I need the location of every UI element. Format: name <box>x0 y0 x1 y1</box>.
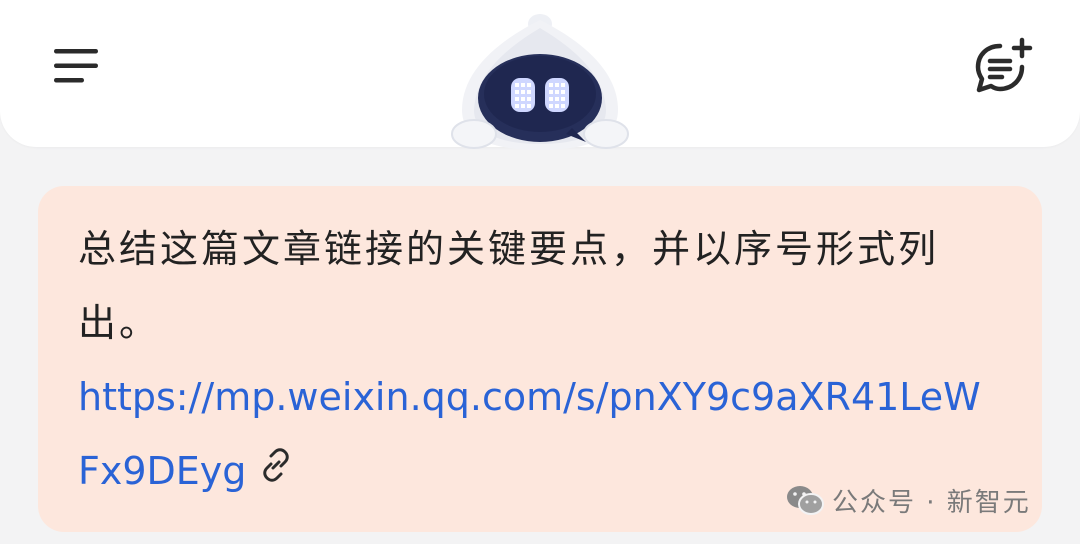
message-text: 总结这篇文章链接的关键要点，并以序号形式列出。 <box>78 227 940 345</box>
top-bar <box>0 0 1080 150</box>
watermark-text: 公众号 · 新智元 <box>832 487 1031 518</box>
robot-mascot <box>451 14 629 150</box>
menu-icon <box>54 49 98 83</box>
message-link[interactable]: https://mp.weixin.qq.com/s/pnXY9c9aXR41L… <box>78 375 981 493</box>
wechat-icon <box>787 486 824 515</box>
new-chat-icon <box>975 37 1033 93</box>
new-chat-button[interactable] <box>966 30 1042 106</box>
watermark: 公众号 · 新智元 <box>786 480 1031 520</box>
link-icon <box>258 433 294 507</box>
menu-button[interactable] <box>44 36 108 96</box>
